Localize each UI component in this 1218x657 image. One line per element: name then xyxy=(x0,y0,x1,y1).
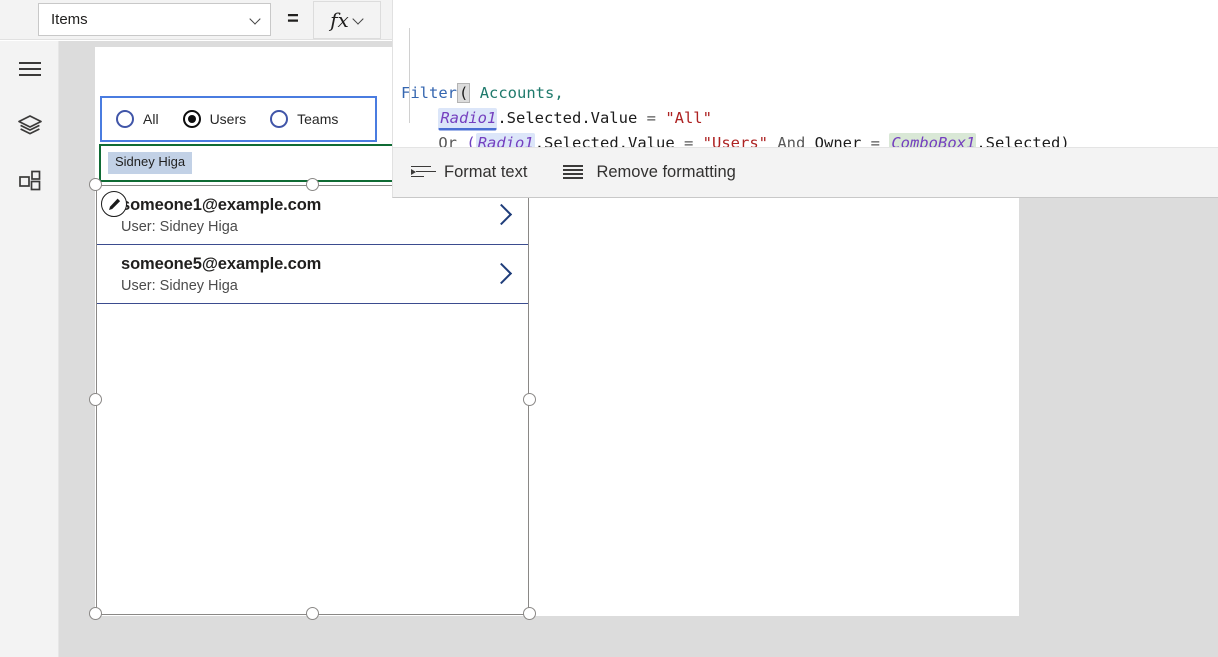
formula-token: Or xyxy=(438,134,457,148)
formula-token: Accounts xyxy=(479,84,555,102)
formula-code-area[interactable]: Filter( Accounts, Radio1.Selected.Value … xyxy=(393,0,1218,148)
layers-icon xyxy=(17,115,42,135)
formula-token: = xyxy=(637,109,666,127)
radio-option-teams[interactable]: Teams xyxy=(270,110,338,128)
chevron-down-icon xyxy=(250,14,261,25)
formula-token: Radio1 xyxy=(438,108,498,128)
power-apps-studio: Items = fx All Users Teams Sidney Higa s… xyxy=(0,0,1218,657)
formula-line: Or (Radio1.Selected.Value = "Users" And … xyxy=(401,131,1218,148)
radio-option-label: All xyxy=(143,111,159,127)
chevron-down-icon xyxy=(353,14,364,25)
radio-option-users[interactable]: Users xyxy=(182,110,247,128)
formula-token: ( xyxy=(457,83,471,103)
gallery-control[interactable]: someone1@example.com User: Sidney Higa s… xyxy=(96,185,529,615)
formula-line: Radio1.Selected.Value = "All" xyxy=(401,106,1218,131)
formula-token: , xyxy=(554,84,564,102)
radio-option-label: Users xyxy=(209,111,247,127)
formula-token xyxy=(457,134,466,148)
indent-guide xyxy=(409,28,410,123)
components-grid-icon xyxy=(18,170,40,191)
selection-handle-bottom-left[interactable] xyxy=(89,607,102,620)
formula-token: And xyxy=(768,134,815,148)
radio-control[interactable]: All Users Teams xyxy=(100,96,377,142)
format-text-icon xyxy=(411,165,436,180)
radio-option-label: Teams xyxy=(297,111,339,127)
chevron-right-icon[interactable] xyxy=(492,260,510,288)
formula-token: Owner xyxy=(814,134,862,148)
formula-token: Radio1 xyxy=(475,133,535,148)
selection-handle-bottom-center[interactable] xyxy=(306,607,319,620)
formula-line: Filter( Accounts, xyxy=(401,81,1218,106)
formula-token xyxy=(401,109,438,127)
formula-token: .Selected) xyxy=(976,134,1070,148)
formula-editor-panel: Filter( Accounts, Radio1.Selected.Value … xyxy=(392,0,1218,198)
remove-formatting-button[interactable]: Remove formatting xyxy=(563,163,736,182)
formula-token: "All" xyxy=(665,109,712,127)
selection-handle-top-center[interactable] xyxy=(306,178,319,191)
formula-toolbar: Format text Remove formatting xyxy=(393,147,1218,197)
equals-sign: = xyxy=(287,8,299,30)
hamburger-menu-icon xyxy=(18,62,41,76)
selection-handle-bottom-right[interactable] xyxy=(523,607,536,620)
remove-formatting-icon xyxy=(563,165,584,180)
formula-token xyxy=(470,84,479,102)
formula-token: = xyxy=(861,134,890,148)
pencil-glyph xyxy=(108,198,120,210)
formula-token: ( xyxy=(466,134,476,148)
property-bar: Items = fx xyxy=(0,0,392,40)
gallery-item[interactable]: someone5@example.com User: Sidney Higa xyxy=(97,245,528,304)
pencil-edit-icon[interactable] xyxy=(101,191,127,217)
fx-icon: fx xyxy=(330,7,349,32)
formula-lines: Filter( Accounts, Radio1.Selected.Value … xyxy=(401,81,1218,148)
selection-handle-middle-right[interactable] xyxy=(523,393,536,406)
format-text-button[interactable]: Format text xyxy=(411,163,527,182)
radio-button-icon[interactable] xyxy=(116,110,134,128)
radio-button-selected-icon[interactable] xyxy=(182,110,201,128)
formula-token: "Users" xyxy=(702,134,768,148)
gallery-empty-area xyxy=(97,304,528,594)
property-dropdown-label: Items xyxy=(51,11,88,28)
sidebar-item-insert[interactable] xyxy=(0,153,59,209)
formula-token: = xyxy=(674,134,703,148)
fx-button[interactable]: fx xyxy=(313,0,381,39)
formula-token xyxy=(401,134,438,148)
combobox-selected-chip[interactable]: Sidney Higa xyxy=(108,152,193,174)
radio-option-all[interactable]: All xyxy=(116,110,159,128)
remove-formatting-label: Remove formatting xyxy=(596,163,736,181)
format-text-label: Format text xyxy=(444,163,528,181)
selection-handle-top-left[interactable] xyxy=(89,178,102,191)
sidebar-item-menu[interactable] xyxy=(0,41,59,97)
selection-handle-middle-left[interactable] xyxy=(89,393,102,406)
sidebar-item-tree-view[interactable] xyxy=(0,97,59,153)
radio-button-icon[interactable] xyxy=(270,110,289,128)
gallery-item-subtitle: User: Sidney Higa xyxy=(121,219,238,236)
gallery-item-subtitle: User: Sidney Higa xyxy=(121,278,238,295)
left-sidebar xyxy=(0,41,59,657)
formula-token: .Selected.Value xyxy=(497,109,638,127)
formula-token: ComboBox1 xyxy=(889,133,977,148)
chevron-right-icon[interactable] xyxy=(492,201,510,229)
property-dropdown[interactable]: Items xyxy=(38,3,271,36)
gallery-item-title: someone5@example.com xyxy=(121,255,322,273)
formula-token: .Selected.Value xyxy=(534,134,675,148)
